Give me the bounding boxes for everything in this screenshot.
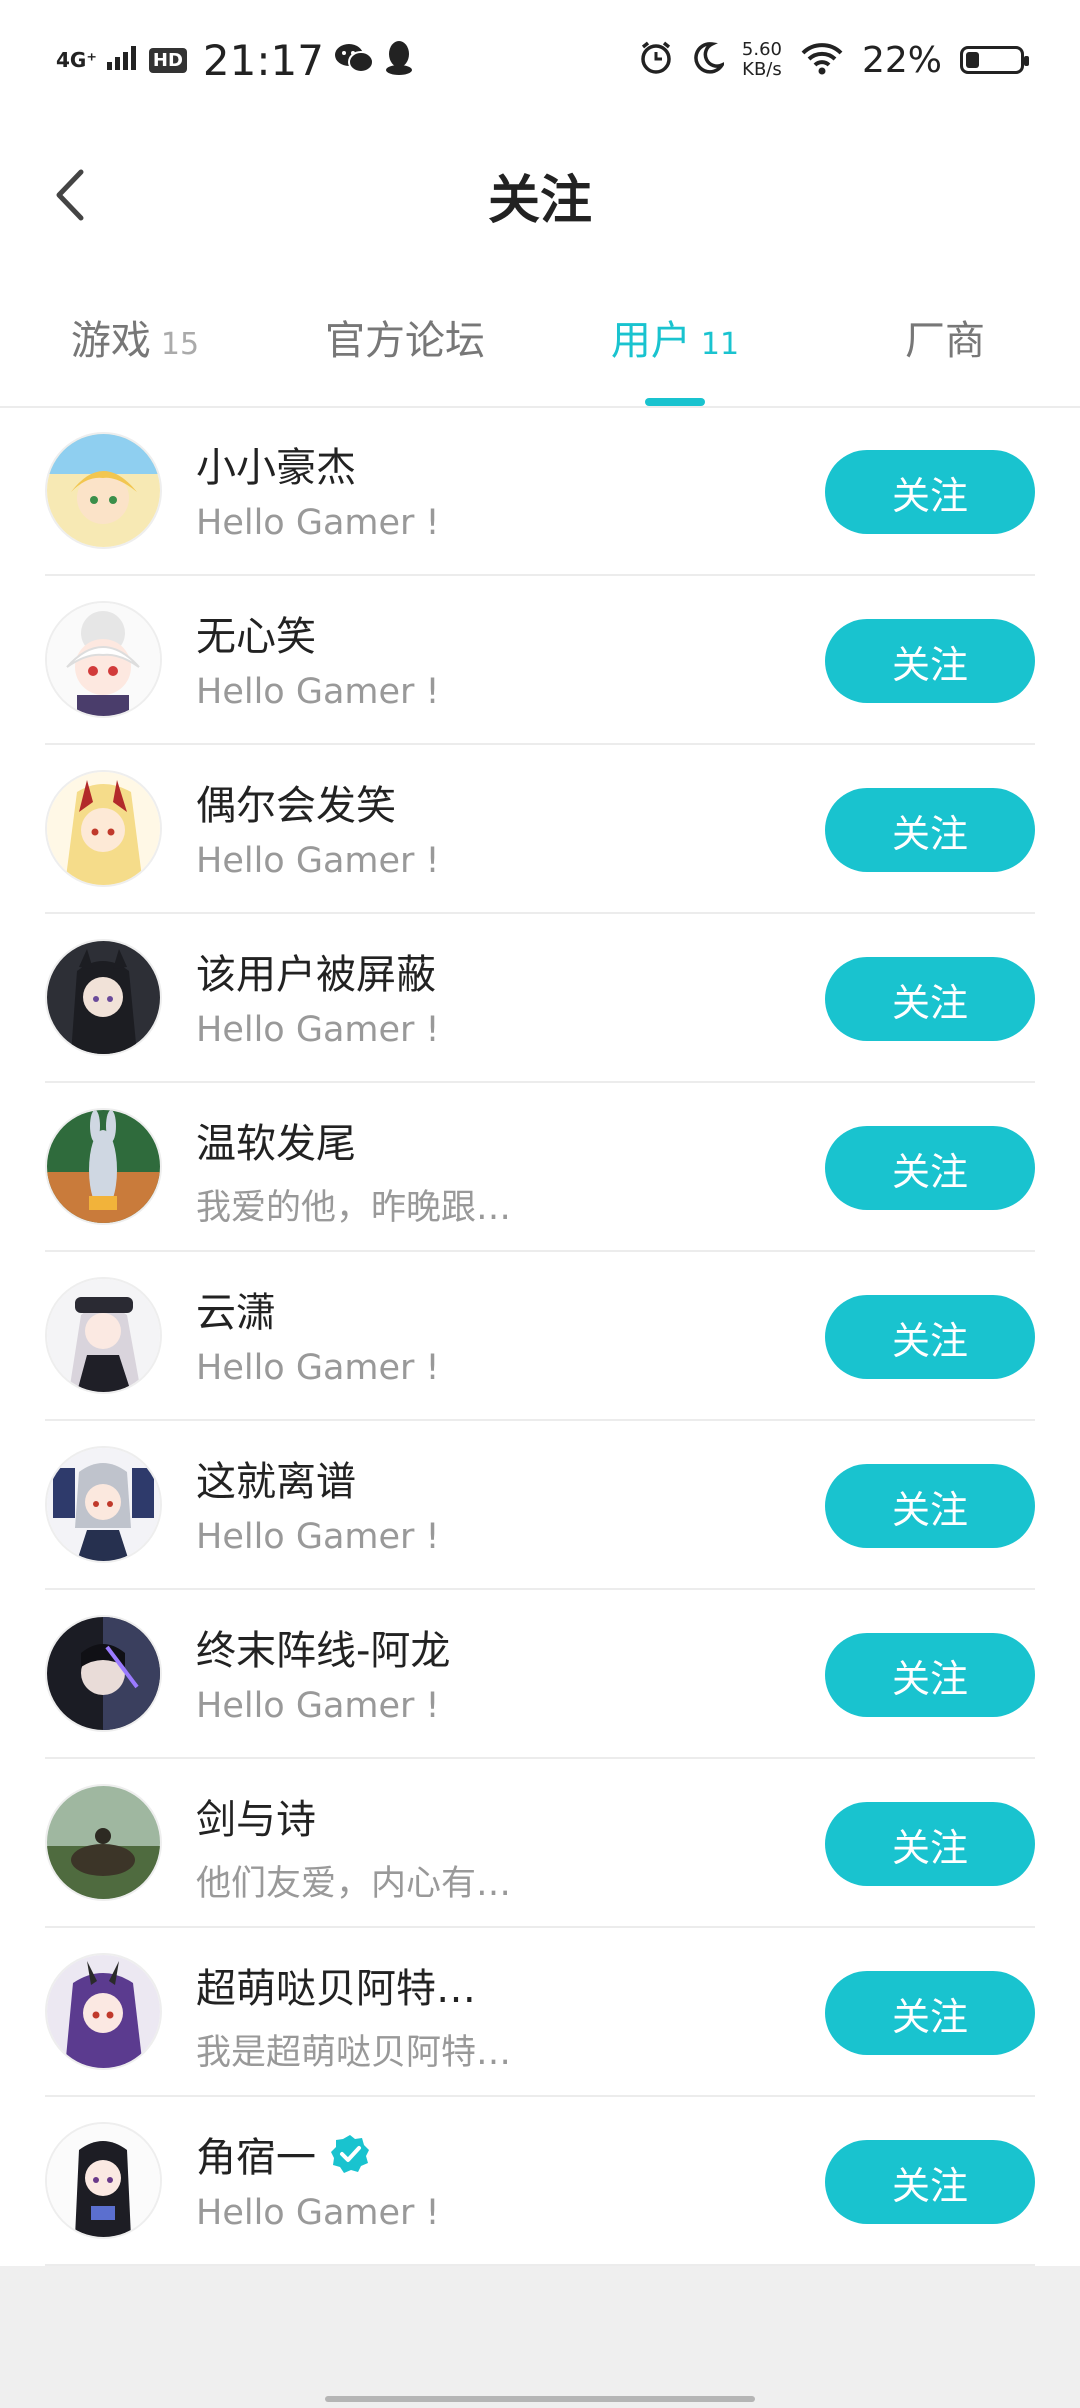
avatar[interactable] — [45, 1108, 162, 1225]
avatar[interactable] — [45, 432, 162, 549]
user-bio: Hello Gamer ! — [196, 1348, 440, 1388]
follow-button[interactable]: 关注 — [825, 2140, 1035, 2224]
follow-button[interactable]: 关注 — [825, 1464, 1035, 1548]
user-name: 云潇 — [196, 1290, 276, 1336]
follow-button[interactable]: 关注 — [825, 957, 1035, 1041]
user-name: 温软发尾 — [196, 1121, 356, 1167]
user-bio: 我是超萌哒贝阿特… — [196, 2033, 512, 2073]
battery-percentage: 22% — [861, 39, 942, 81]
list-item[interactable]: 温软发尾 我爱的他，昨晚跟… 关注 — [0, 1083, 1080, 1252]
avatar[interactable] — [45, 1953, 162, 2070]
qq-icon — [384, 40, 414, 80]
user-name: 超萌哒贝阿特… — [196, 1966, 476, 2012]
list-item[interactable]: 小小豪杰 Hello Gamer ! 关注 — [0, 407, 1080, 576]
tab-count: 11 — [700, 327, 740, 362]
user-name: 小小豪杰 — [196, 445, 356, 491]
user-bio: Hello Gamer ! — [196, 503, 440, 543]
user-bio: Hello Gamer ! — [196, 1010, 440, 1050]
tab-label: 游戏 — [70, 318, 151, 364]
follow-button[interactable]: 关注 — [825, 788, 1035, 872]
tab-games[interactable]: 游戏 15 — [30, 308, 240, 368]
avatar[interactable] — [45, 939, 162, 1056]
tab-official-forum[interactable]: 官方论坛 — [300, 308, 510, 368]
avatar[interactable] — [45, 601, 162, 718]
home-indicator[interactable] — [325, 2396, 755, 2402]
follow-button[interactable]: 关注 — [825, 1295, 1035, 1379]
signal-icon — [106, 46, 139, 74]
follow-button[interactable]: 关注 — [825, 1971, 1035, 2055]
network-indicator: 4G⁺ — [56, 48, 97, 72]
user-name: 剑与诗 — [196, 1797, 316, 1843]
list-item[interactable]: 剑与诗 他们友爱，内心有… 关注 — [0, 1759, 1080, 1928]
user-name: 终末阵线-阿龙 — [196, 1628, 451, 1674]
network-speed: 5.60 KB/s — [741, 39, 782, 80]
follow-button[interactable]: 关注 — [825, 450, 1035, 534]
list-item[interactable]: 该用户被屏蔽 Hello Gamer ! 关注 — [0, 914, 1080, 1083]
tab-users[interactable]: 用户 11 — [570, 308, 780, 368]
user-list: 小小豪杰 Hello Gamer ! 关注 无心笑 Hello Gamer ! … — [0, 407, 1080, 2266]
avatar[interactable] — [45, 1784, 162, 1901]
list-item[interactable]: 这就离谱 Hello Gamer ! 关注 — [0, 1421, 1080, 1590]
follow-button[interactable]: 关注 — [825, 1126, 1035, 1210]
list-item[interactable]: 云潇 Hello Gamer ! 关注 — [0, 1252, 1080, 1421]
user-bio: Hello Gamer ! — [196, 841, 440, 881]
avatar[interactable] — [45, 1277, 162, 1394]
tab-count: 15 — [160, 327, 200, 362]
avatar[interactable] — [45, 1615, 162, 1732]
follow-button[interactable]: 关注 — [825, 619, 1035, 703]
user-name: 这就离谱 — [196, 1459, 356, 1505]
status-time: 21:17 — [202, 35, 324, 85]
page-title: 关注 — [487, 171, 592, 231]
user-bio: Hello Gamer ! — [196, 1517, 440, 1557]
user-bio: Hello Gamer ! — [196, 1686, 440, 1726]
alarm-icon — [638, 40, 674, 80]
status-bar-right: 5.60 KB/s 22% — [638, 30, 1029, 90]
user-bio: Hello Gamer ! — [196, 672, 440, 712]
tab-vendors[interactable]: 厂商 — [840, 308, 1050, 368]
tab-label: 官方论坛 — [325, 318, 485, 364]
user-name: 角宿一 — [196, 2125, 370, 2183]
hd-badge: HD — [148, 47, 187, 73]
user-bio: Hello Gamer ! — [196, 2193, 440, 2233]
tab-label: 用户 — [610, 318, 691, 364]
header: 关注 — [0, 120, 1080, 270]
wechat-icon — [334, 41, 374, 79]
user-bio: 我爱的他，昨晚跟… — [196, 1188, 512, 1228]
battery-fill — [966, 52, 979, 68]
user-bio: 他们友爱，内心有… — [196, 1864, 512, 1904]
user-name: 该用户被屏蔽 — [196, 952, 436, 998]
battery-icon — [960, 46, 1029, 74]
status-bar-left: 4G⁺ HD 21:17 — [56, 30, 414, 90]
avatar[interactable] — [45, 770, 162, 887]
active-tab-indicator — [645, 398, 705, 406]
moon-icon — [692, 41, 727, 79]
avatar[interactable] — [45, 1446, 162, 1563]
user-name: 无心笑 — [196, 614, 316, 660]
list-item[interactable]: 角宿一 Hello Gamer ! 关注 — [0, 2097, 1080, 2266]
list-item[interactable]: 无心笑 Hello Gamer ! 关注 — [0, 576, 1080, 745]
list-item[interactable]: 偶尔会发笑 Hello Gamer ! 关注 — [0, 745, 1080, 914]
bottom-area — [0, 2266, 1080, 2408]
tab-bar: 游戏 15 官方论坛 用户 11 厂商 — [0, 290, 1080, 408]
wifi-icon — [800, 41, 844, 79]
follow-button[interactable]: 关注 — [825, 1633, 1035, 1717]
list-item[interactable]: 终末阵线-阿龙 Hello Gamer ! 关注 — [0, 1590, 1080, 1759]
status-bar: 4G⁺ HD 21:17 5.60 KB/s 22% — [0, 0, 1080, 120]
follow-button[interactable]: 关注 — [825, 1802, 1035, 1886]
list-item[interactable]: 超萌哒贝阿特… 我是超萌哒贝阿特… 关注 — [0, 1928, 1080, 2097]
avatar[interactable] — [45, 2122, 162, 2239]
tab-label: 厂商 — [905, 318, 985, 364]
user-name: 偶尔会发笑 — [196, 783, 396, 829]
verified-badge-icon — [330, 2134, 370, 2174]
